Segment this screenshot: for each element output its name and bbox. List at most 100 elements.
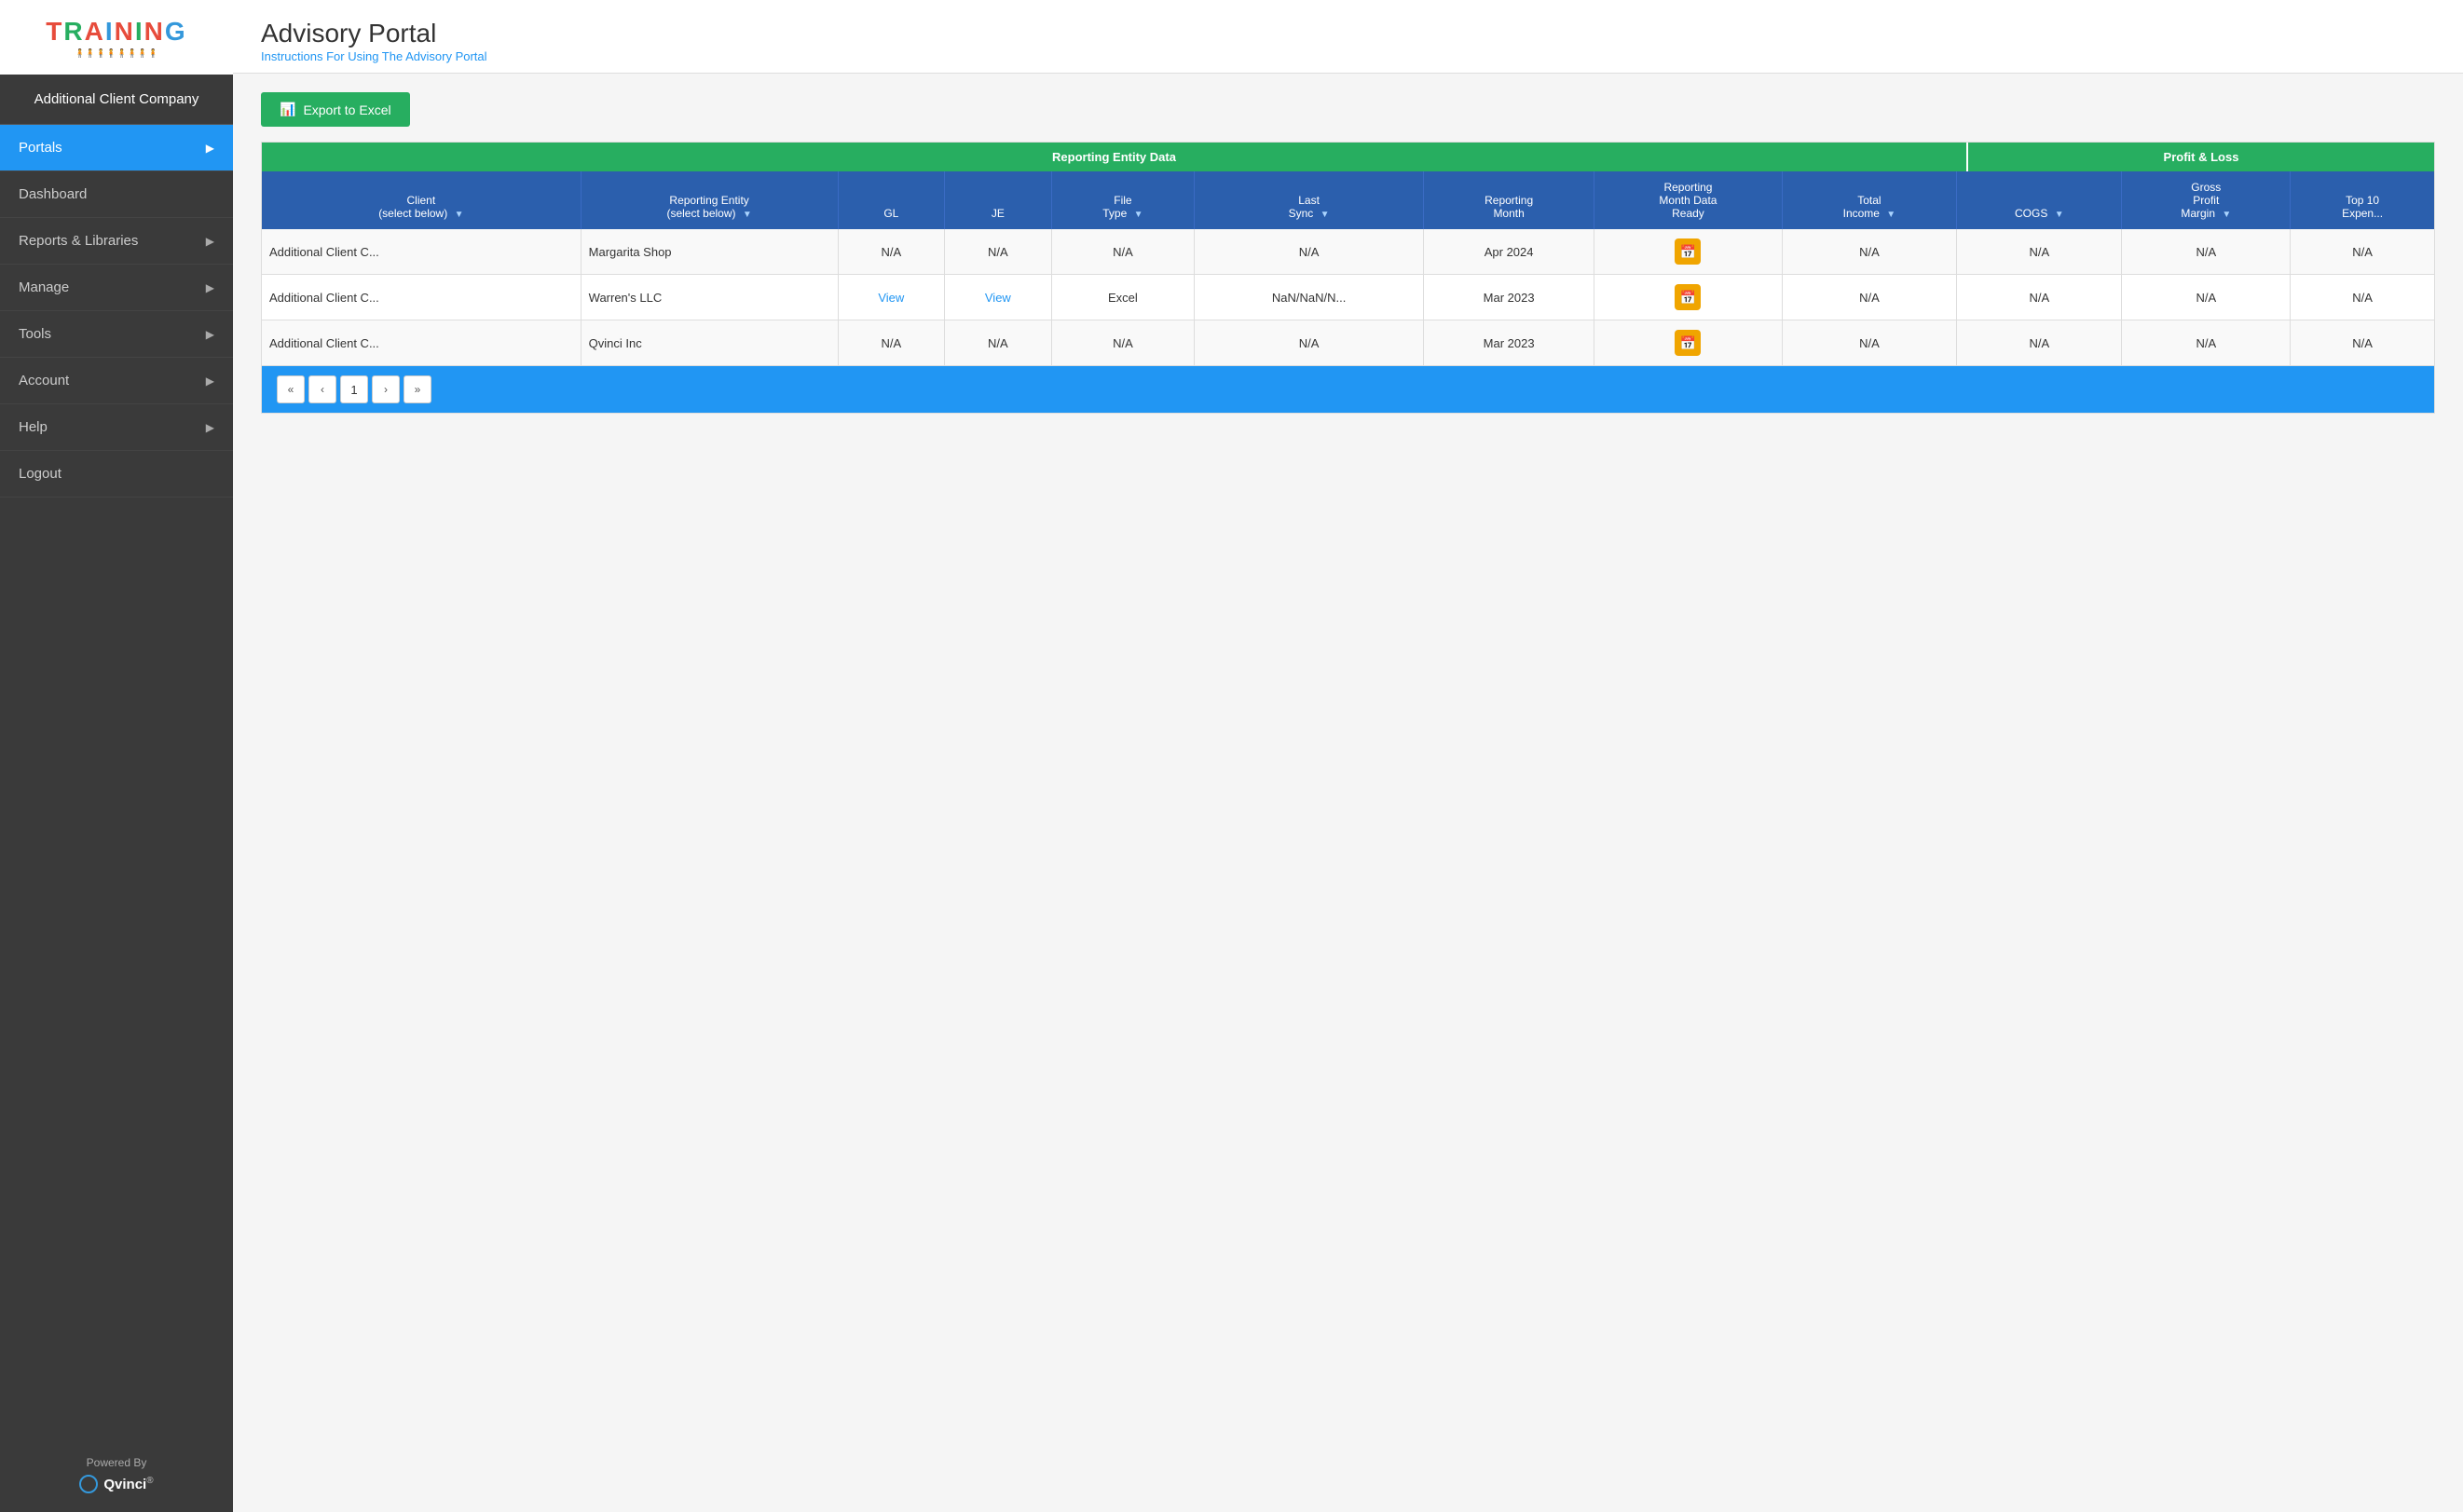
calendar-button[interactable]: 📅 (1675, 284, 1701, 310)
cell-reporting_entity: Qvinci Inc (581, 320, 838, 366)
sidebar-item-logout[interactable]: Logout (0, 451, 233, 497)
cell-client: Additional Client C... (262, 229, 581, 275)
sidebar-item-account[interactable]: Account ▶ (0, 358, 233, 404)
col-header-file_type: FileType ▼ (1051, 171, 1195, 229)
chevron-right-icon: ▶ (206, 421, 214, 434)
cell-cogs: N/A (1957, 229, 2122, 275)
data-table-container: Reporting Entity Data Profit & Loss Clie… (261, 142, 2435, 414)
cell-file_type: Excel (1051, 275, 1195, 320)
sidebar-item-label: Logout (19, 466, 62, 482)
sidebar-item-portals[interactable]: Portals ▶ (0, 125, 233, 171)
cell-gl[interactable]: N/A (838, 229, 945, 275)
cell-je[interactable]: N/A (945, 229, 1052, 275)
qvinci-logo: Qvinci® (19, 1475, 214, 1493)
filter-icon[interactable]: ▼ (455, 210, 464, 220)
sidebar-item-dashboard[interactable]: Dashboard (0, 171, 233, 218)
sidebar-item-label: Tools (19, 326, 51, 342)
calendar-button[interactable]: 📅 (1675, 330, 1701, 356)
chevron-right-icon: ▶ (206, 328, 214, 341)
calendar-button[interactable]: 📅 (1675, 238, 1701, 265)
advisory-table: Client(select below) ▼Reporting Entity(s… (262, 171, 2434, 366)
next-page-button[interactable]: › (372, 375, 400, 403)
cell-reporting_entity: Margarita Shop (581, 229, 838, 275)
section-headers: Reporting Entity Data Profit & Loss (262, 143, 2434, 171)
export-button[interactable]: 📊 Export to Excel (261, 92, 410, 127)
filter-icon[interactable]: ▼ (1320, 210, 1330, 220)
cell-reporting_month: Mar 2023 (1424, 275, 1594, 320)
cell-top10: N/A (2291, 275, 2434, 320)
sidebar-item-manage[interactable]: Manage ▶ (0, 265, 233, 311)
filter-icon[interactable]: ▼ (2055, 210, 2064, 220)
cell-top10: N/A (2291, 320, 2434, 366)
powered-by: Powered By Qvinci® (0, 1437, 233, 1512)
current-page: 1 (340, 375, 368, 403)
cell-je[interactable]: N/A (945, 320, 1052, 366)
cell-last_sync: N/A (1195, 320, 1424, 366)
sidebar-item-label: Portals (19, 140, 62, 156)
cell-last_sync: N/A (1195, 229, 1424, 275)
cell-total_income: N/A (1782, 320, 1957, 366)
col-header-reporting_month: ReportingMonth (1424, 171, 1594, 229)
col-header-reporting_entity: Reporting Entity(select below) ▼ (581, 171, 838, 229)
section-pnl: Profit & Loss (1968, 143, 2434, 171)
filter-icon[interactable]: ▼ (1886, 210, 1895, 220)
cell-cogs: N/A (1957, 275, 2122, 320)
cell-data_ready: 📅 (1594, 229, 1782, 275)
filter-icon[interactable]: ▼ (743, 210, 752, 220)
sidebar-item-reports[interactable]: Reports & Libraries ▶ (0, 218, 233, 265)
sidebar-item-label: Manage (19, 279, 69, 295)
export-icon: 📊 (280, 102, 295, 117)
main-body: 📊 Export to Excel Reporting Entity Data … (233, 74, 2463, 432)
col-header-total_income: TotalIncome ▼ (1782, 171, 1957, 229)
chevron-right-icon: ▶ (206, 235, 214, 248)
cell-total_income: N/A (1782, 275, 1957, 320)
cell-total_income: N/A (1782, 229, 1957, 275)
cell-last_sync: NaN/NaN/N... (1195, 275, 1424, 320)
sidebar-item-help[interactable]: Help▶ (0, 404, 233, 451)
cell-gross_profit_margin: N/A (2122, 229, 2291, 275)
table-row: Additional Client C...Margarita ShopN/AN… (262, 229, 2434, 275)
logo-text: TRAINING 🧍🧍🧍🧍🧍🧍🧍🧍 (46, 17, 186, 59)
instructions-link[interactable]: Instructions For Using The Advisory Port… (261, 49, 487, 63)
main-content: Advisory Portal Instructions For Using T… (233, 0, 2463, 1512)
sidebar-item-label: Reports & Libraries (19, 233, 138, 249)
chevron-right-icon: ▶ (206, 281, 214, 294)
col-header-cogs: COGS ▼ (1957, 171, 2122, 229)
logo-area: TRAINING 🧍🧍🧍🧍🧍🧍🧍🧍 (0, 0, 233, 75)
export-label: Export to Excel (303, 102, 390, 117)
col-header-gl: GL (838, 171, 945, 229)
cell-je[interactable]: View (945, 275, 1052, 320)
qvinci-icon (79, 1475, 98, 1493)
sidebar-item-tools[interactable]: Tools ▶ (0, 311, 233, 358)
col-header-gross_profit_margin: GrossProfitMargin ▼ (2122, 171, 2291, 229)
cell-reporting_month: Apr 2024 (1424, 229, 1594, 275)
cell-reporting_month: Mar 2023 (1424, 320, 1594, 366)
chevron-right-icon: ▶ (206, 375, 214, 388)
filter-icon[interactable]: ▼ (2222, 210, 2231, 220)
table-row: Additional Client C...Qvinci IncN/AN/AN/… (262, 320, 2434, 366)
prev-page-button[interactable]: ‹ (308, 375, 336, 403)
pagination: « ‹ 1 › » (262, 366, 2434, 413)
cell-gross_profit_margin: N/A (2122, 275, 2291, 320)
cell-gl[interactable]: View (838, 275, 945, 320)
sidebar-nav: Portals▶DashboardReports & Libraries▶Man… (0, 125, 233, 497)
cell-client: Additional Client C... (262, 320, 581, 366)
chevron-right-icon: ▶ (206, 142, 214, 155)
qvinci-brand: Qvinci® (103, 1476, 153, 1492)
cell-gl[interactable]: N/A (838, 320, 945, 366)
cell-gross_profit_margin: N/A (2122, 320, 2291, 366)
first-page-button[interactable]: « (277, 375, 305, 403)
page-title: Advisory Portal (261, 19, 2435, 48)
cell-client: Additional Client C... (262, 275, 581, 320)
sidebar-item-label: Account (19, 373, 69, 388)
logo-subtitle: 🧍🧍🧍🧍🧍🧍🧍🧍 (46, 48, 186, 59)
cell-file_type: N/A (1051, 229, 1195, 275)
last-page-button[interactable]: » (404, 375, 431, 403)
col-header-data_ready: ReportingMonth DataReady (1594, 171, 1782, 229)
col-header-client: Client(select below) ▼ (262, 171, 581, 229)
cell-data_ready: 📅 (1594, 320, 1782, 366)
client-name: Additional Client Company (0, 75, 233, 125)
col-header-top10: Top 10Expen... (2291, 171, 2434, 229)
cell-file_type: N/A (1051, 320, 1195, 366)
filter-icon[interactable]: ▼ (1134, 210, 1143, 220)
